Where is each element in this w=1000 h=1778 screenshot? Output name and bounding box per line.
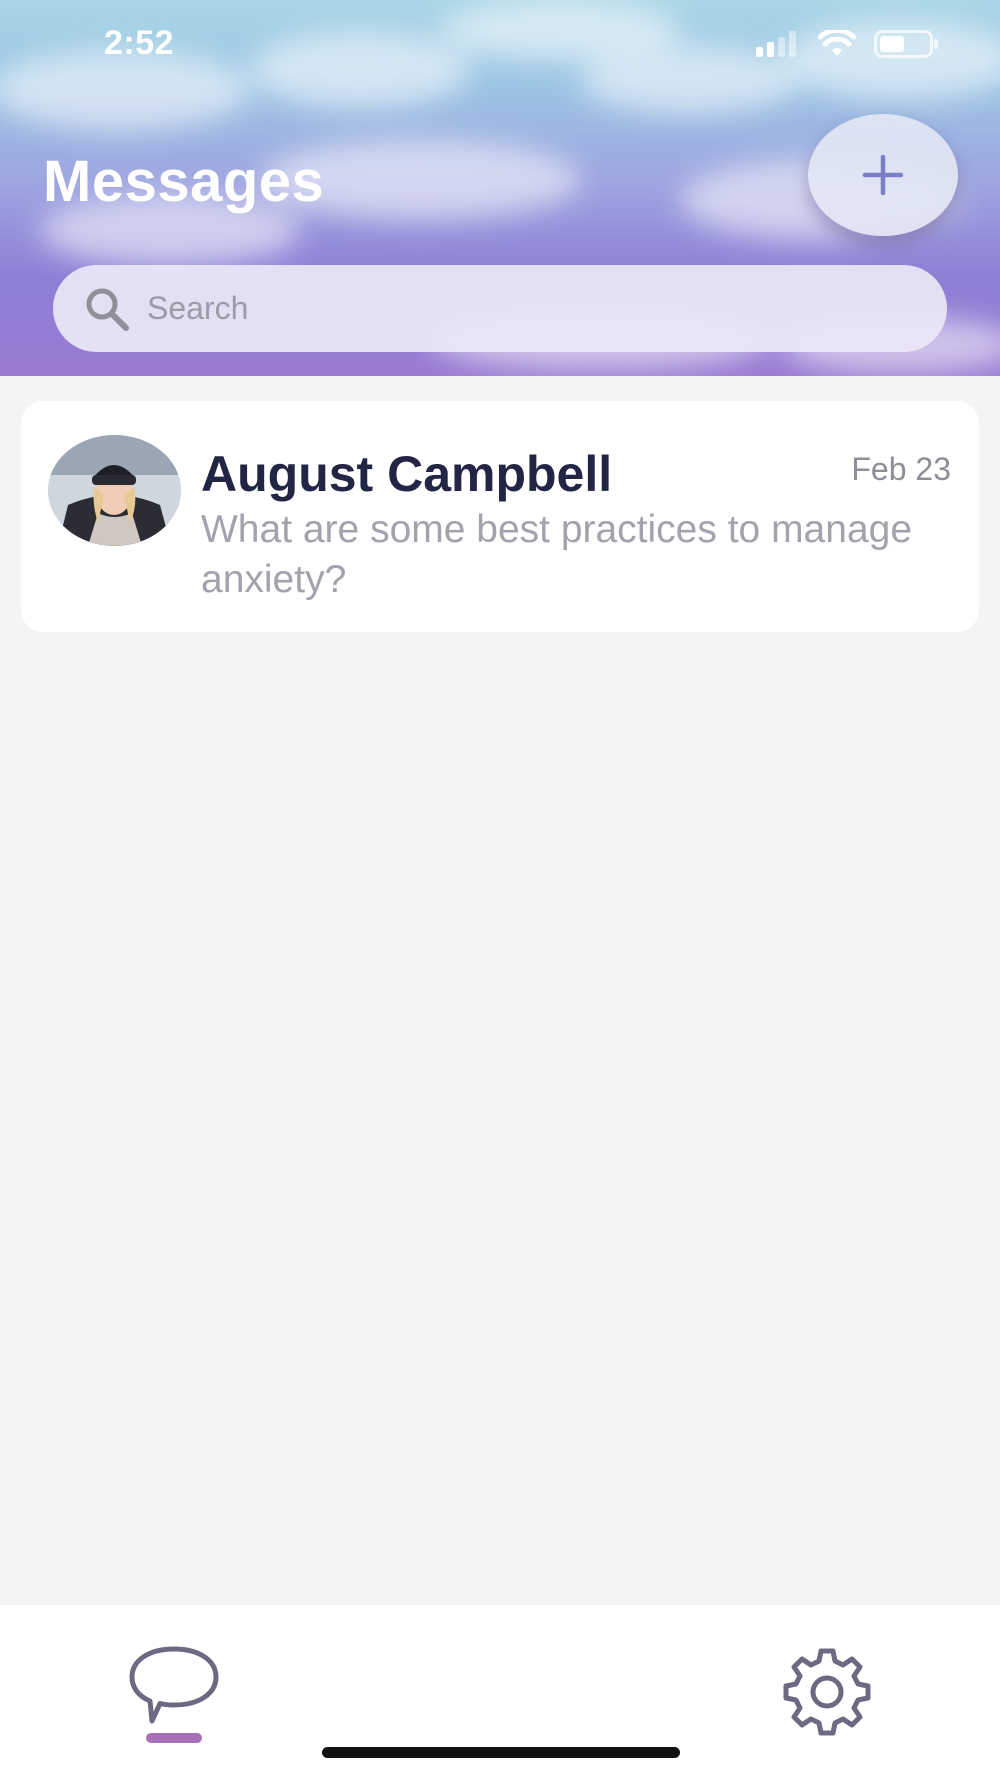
search-input[interactable] [145, 289, 909, 328]
active-tab-indicator [146, 1733, 202, 1743]
gear-icon [783, 1648, 871, 1736]
cellular-signal-icon [756, 31, 796, 57]
contact-name: August Campbell [201, 446, 613, 502]
wifi-icon [818, 30, 856, 56]
chat-bubble-icon [129, 1646, 219, 1724]
plus-icon [862, 154, 904, 196]
status-bar-icons [756, 30, 940, 58]
conversation-list-item[interactable]: August Campbell Feb 23 What are some bes… [21, 401, 979, 632]
header-background: 2:52 Messages [0, 0, 1000, 376]
message-preview: What are some best practices to manage a… [201, 508, 913, 601]
avatar [48, 435, 181, 546]
search-bar[interactable] [53, 265, 947, 352]
tab-settings[interactable] [780, 1643, 874, 1737]
search-icon [86, 288, 129, 331]
message-date: Feb 23 [851, 451, 951, 487]
avatar-photo [48, 435, 181, 546]
battery-icon [874, 30, 938, 58]
page-title: Messages [43, 149, 325, 214]
new-message-button[interactable] [808, 114, 958, 236]
status-bar-time: 2:52 [104, 24, 175, 62]
home-indicator [322, 1747, 680, 1758]
